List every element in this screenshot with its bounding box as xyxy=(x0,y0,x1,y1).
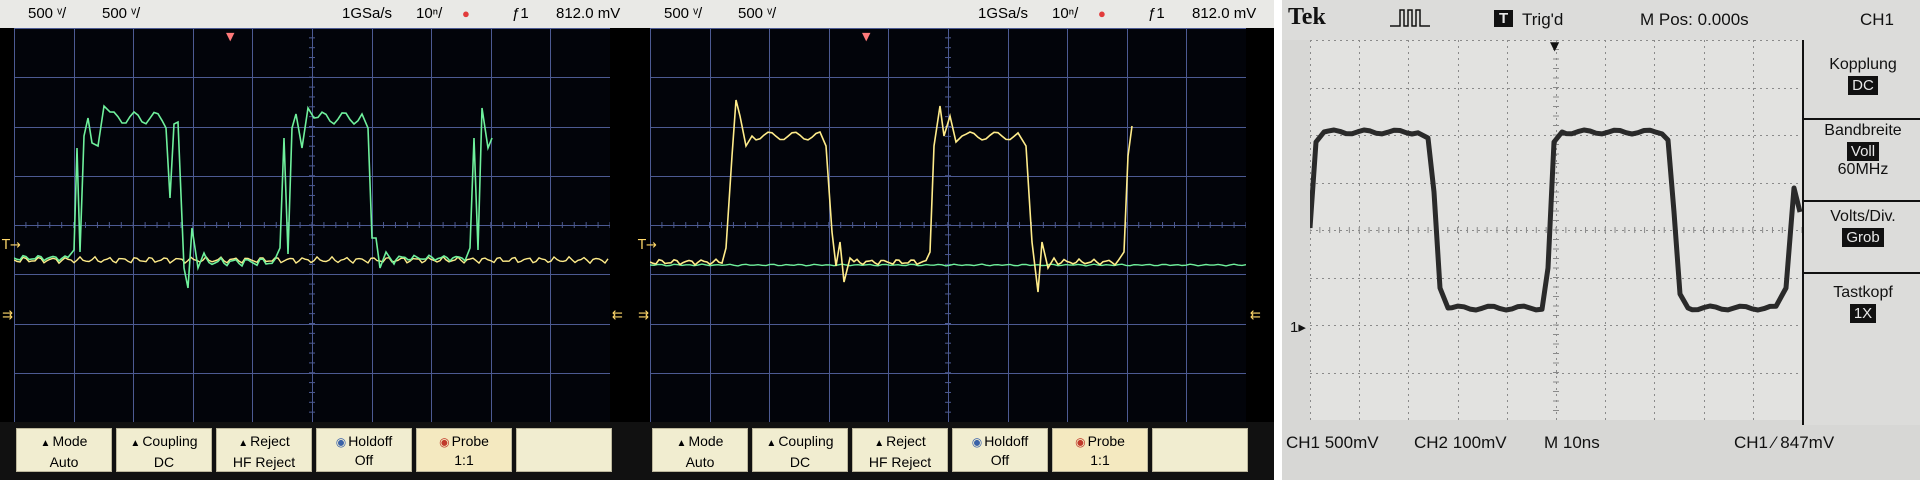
ch1-volts-div: CH1 500mV xyxy=(1286,433,1379,452)
time-div: 10ⁿ/ xyxy=(416,5,443,22)
probe-softkey[interactable]: ◉ Probe 1:1 xyxy=(416,428,512,472)
coupling-softkey[interactable]: ▲ Coupling DC xyxy=(116,428,212,472)
record-icon: ● xyxy=(462,6,470,21)
scope-b-panel: 500 ᵛ/ 500 ᵛ/ 1GSa/s 10ⁿ/ ● ƒ1 812.0 mV … xyxy=(636,0,1274,480)
side-bandbreite[interactable]: Bandbreite Voll 60MHz xyxy=(1804,122,1920,179)
blank-softkey[interactable] xyxy=(516,428,612,472)
scope-a-softkeys: ▲ Mode Auto ▲ Coupling DC ▲ Reject HF Reject ◉… xyxy=(0,422,636,480)
knob-icon: ◉ xyxy=(1075,435,1086,449)
tek-side-menu: Kopplung DC Bandbreite Voll 60MHz Volts/Div… xyxy=(1802,40,1920,425)
tek-scope-panel: Tek T Trig'd M Pos: 0.000s CH1 ▼ 1▸ Kopp… xyxy=(1282,0,1920,480)
time-div: 10ⁿ/ xyxy=(1052,5,1079,22)
sample-rate: 1GSa/s xyxy=(342,5,393,22)
scope-b-grid xyxy=(650,28,1246,422)
trigger-level: 812.0 mV xyxy=(556,5,621,22)
coupling-softkey[interactable]: ▲ Coupling DC xyxy=(752,428,848,472)
softkey-arrow-icon: ▲ xyxy=(238,438,249,449)
softkey-arrow-icon: ▲ xyxy=(676,438,687,449)
trigger-source: ƒ1 xyxy=(512,5,529,22)
tek-logo: Tek xyxy=(1288,4,1326,30)
side-volts-div[interactable]: Volts/Div. Grob xyxy=(1804,208,1920,247)
side-divider xyxy=(1804,118,1920,120)
scope-a-ch1-trace xyxy=(14,255,609,265)
mode-softkey[interactable]: ▲ Mode Auto xyxy=(16,428,112,472)
softkey-arrow-icon: ▲ xyxy=(40,438,51,449)
ch1-scale: 500 ᵛ/ xyxy=(28,5,67,22)
menu-channel: CH1 xyxy=(1860,10,1895,29)
record-icon: ● xyxy=(1098,6,1106,21)
horizontal-position: M Pos: 0.000s xyxy=(1640,10,1749,29)
scope-a-screen: ▼ xyxy=(14,28,610,422)
channel-ground-marker: ⇉ xyxy=(638,308,649,323)
tek-screen: ▼ xyxy=(1307,39,1803,421)
trigger-readout: CH1 ⁄ 847mV xyxy=(1734,433,1835,452)
scope-a-panel: 500 ᵛ/ 500 ᵛ/ 1GSa/s 10ⁿ/ ● ƒ1 812.0 mV … xyxy=(0,0,636,480)
tek-top-bar: Tek T Trig'd M Pos: 0.000s CH1 xyxy=(1282,0,1920,40)
mode-softkey[interactable]: ▲ Mode Auto xyxy=(652,428,748,472)
trigger-badge: T xyxy=(1494,10,1514,27)
probe-softkey[interactable]: ◉ Probe 1:1 xyxy=(1052,428,1148,472)
scope-a-grid xyxy=(14,28,610,422)
ch2-scale: 500 ᵛ/ xyxy=(102,5,141,22)
tek-plot: ▼ xyxy=(1307,39,1803,421)
scope-b-plot: ▼ xyxy=(650,28,1246,422)
knob-icon: ◉ xyxy=(439,435,450,449)
channel-ground-marker-right: ⇇ xyxy=(612,308,623,323)
acquire-pulse-icon xyxy=(1390,6,1430,35)
side-divider xyxy=(1804,200,1920,202)
trigger-position-icon: ▼ xyxy=(226,30,235,43)
side-divider xyxy=(1804,272,1920,274)
scope-a-plot: ▼ xyxy=(14,28,610,422)
reject-softkey[interactable]: ▲ Reject HF Reject xyxy=(852,428,948,472)
side-tastkopf[interactable]: Tastkopf 1X xyxy=(1804,284,1920,323)
side-kopplung[interactable]: Kopplung DC xyxy=(1804,56,1920,95)
reject-softkey[interactable]: ▲ Reject HF Reject xyxy=(216,428,312,472)
scope-b-status-bar: 500 ᵛ/ 500 ᵛ/ 1GSa/s 10ⁿ/ ● ƒ1 812.0 mV xyxy=(636,0,1274,28)
ch2-scale: 500 ᵛ/ xyxy=(738,5,777,22)
ch1-ground-marker: 1▸ xyxy=(1290,319,1306,336)
softkey-arrow-icon: ▲ xyxy=(766,438,777,449)
holdoff-softkey[interactable]: ◉ Holdoff Off xyxy=(952,428,1048,472)
knob-icon: ◉ xyxy=(971,435,983,449)
scope-b-screen: ▼ xyxy=(650,28,1246,422)
trigger-source: ƒ1 xyxy=(1148,5,1165,22)
channel-ground-marker-right: ⇇ xyxy=(1250,308,1261,323)
trigger-level-marker: T→ xyxy=(638,238,657,253)
trigger-level: 812.0 mV xyxy=(1192,5,1257,22)
scope-b-softkeys: ▲ Mode Auto ▲ Coupling DC ▲ Reject HF Reject ◉… xyxy=(636,422,1274,480)
softkey-arrow-icon: ▲ xyxy=(874,438,885,449)
trigger-position-icon: ▼ xyxy=(1550,40,1560,53)
channel-ground-marker: ⇉ xyxy=(2,308,13,323)
trigger-state: Trig'd xyxy=(1522,10,1564,29)
time-base: M 10ns xyxy=(1544,433,1600,452)
sample-rate: 1GSa/s xyxy=(978,5,1029,22)
holdoff-softkey[interactable]: ◉ Holdoff Off xyxy=(316,428,412,472)
ch1-scale: 500 ᵛ/ xyxy=(664,5,703,22)
ch2-volts-div: CH2 100mV xyxy=(1414,433,1507,452)
knob-icon: ◉ xyxy=(335,435,347,449)
scope-b-ch1-trace xyxy=(650,99,1133,293)
scope-a-status-bar: 500 ᵛ/ 500 ᵛ/ 1GSa/s 10ⁿ/ ● ƒ1 812.0 mV xyxy=(0,0,636,28)
softkey-arrow-icon: ▲ xyxy=(130,438,141,449)
tek-bottom-bar: CH1 500mV CH2 100mV M 10ns CH1 ⁄ 847mV xyxy=(1282,428,1920,480)
trigger-level-marker: T→ xyxy=(2,238,21,253)
trigger-position-icon: ▼ xyxy=(862,30,871,43)
blank-softkey[interactable] xyxy=(1152,428,1248,472)
